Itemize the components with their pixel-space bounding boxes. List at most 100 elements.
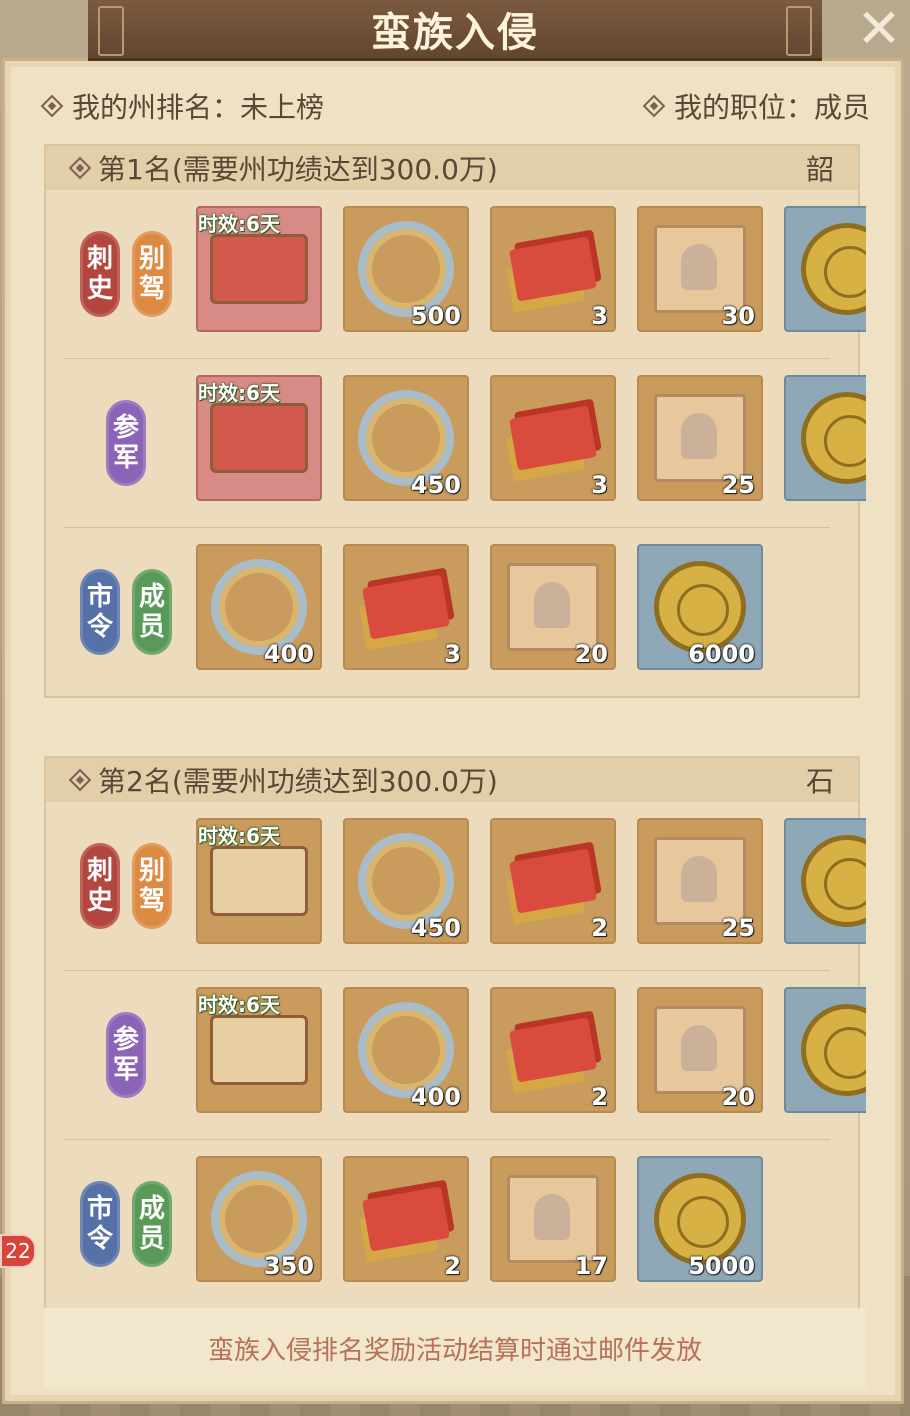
reward-items: 400 3 20 6000 (196, 544, 763, 670)
position-badge: 刺 史 (80, 231, 120, 317)
rank-requirement: 第1名(需要州功绩达到300.0万) (98, 153, 498, 186)
reward-item[interactable]: 400 (196, 544, 322, 670)
duration-tag: 时效:6天 (198, 212, 280, 236)
my-rank-text: 我的州排名：未上榜 (72, 91, 325, 124)
portrait-book-icon (507, 1175, 599, 1263)
reward-item[interactable]: 25 (637, 818, 763, 944)
gold-coin-icon (801, 1004, 866, 1096)
position-badges: 市 令成 员 (66, 528, 186, 696)
reward-item[interactable]: 5000 (637, 1156, 763, 1282)
rank-header: 第2名(需要州功绩达到300.0万) 石 (46, 758, 858, 802)
red-decree-scroll-icon (210, 234, 308, 304)
portrait-book-icon (654, 1006, 746, 1094)
item-quantity: 450 (410, 914, 461, 942)
item-quantity: 400 (410, 1083, 461, 1111)
reward-item[interactable]: 时效:6天 (196, 987, 322, 1113)
notification-badge[interactable]: 22 (0, 1234, 36, 1268)
gold-coin-icon (801, 835, 866, 927)
rank-block: 第2名(需要州功绩达到300.0万) 石刺 史别 驾时效:6天 450 2 25 参 军时… (44, 756, 866, 1308)
rank-state-tag: 韶 (805, 153, 834, 186)
rank-block: 第1名(需要州功绩达到300.0万) 韶刺 史别 驾时效:6天 500 3 30 参 军时… (44, 144, 866, 698)
reward-item[interactable]: 6000 (637, 544, 763, 670)
title-banner: 蛮族入侵 (88, 0, 822, 61)
gold-coin-icon (801, 223, 866, 315)
position-badges: 参 军 (66, 359, 186, 527)
rank-state-tag: 石 (805, 765, 834, 798)
reward-item[interactable]: 500 (343, 206, 469, 332)
red-decree-scroll-icon (210, 403, 308, 473)
red-brick-icon (509, 848, 597, 914)
item-quantity: 6000 (688, 640, 755, 668)
reward-item[interactable]: 3 (343, 544, 469, 670)
item-quantity: 25 (721, 914, 755, 942)
reward-item[interactable] (784, 375, 866, 501)
diamond-icon (40, 94, 64, 118)
red-brick-icon (362, 1186, 450, 1252)
reward-item[interactable]: 450 (343, 818, 469, 944)
item-quantity: 2 (444, 1252, 461, 1280)
position-badge: 市 令 (80, 1181, 120, 1267)
reward-item[interactable] (784, 206, 866, 332)
reward-item[interactable]: 2 (343, 1156, 469, 1282)
reward-item[interactable]: 25 (637, 375, 763, 501)
position-badge: 刺 史 (80, 843, 120, 929)
reward-item[interactable]: 350 (196, 1156, 322, 1282)
reward-item[interactable]: 2 (490, 818, 616, 944)
rank-header: 第1名(需要州功绩达到300.0万) 韶 (46, 146, 858, 190)
item-quantity: 17 (574, 1252, 608, 1280)
gold-coin-icon (801, 392, 866, 484)
item-quantity: 400 (263, 640, 314, 668)
portrait-book-icon (507, 563, 599, 651)
position-badge: 成 员 (132, 1181, 172, 1267)
red-brick-icon (509, 405, 597, 471)
reward-item[interactable]: 30 (637, 206, 763, 332)
my-position-text: 我的职位：成员 (673, 91, 870, 124)
position-badges: 刺 史别 驾 (66, 802, 186, 970)
page-title: 蛮族入侵 (371, 10, 539, 56)
reward-item[interactable]: 400 (343, 987, 469, 1113)
tier-row: 刺 史别 驾 时效:6天 500 3 30 (64, 190, 866, 359)
rank-requirement: 第2名(需要州功绩达到300.0万) (98, 765, 498, 798)
reward-items: 时效:6天 500 3 30 (196, 206, 866, 332)
reward-item[interactable]: 时效:6天 (196, 375, 322, 501)
reward-items: 350 2 17 5000 (196, 1156, 763, 1282)
rank-header-left: 第2名(需要州功绩达到300.0万) (68, 760, 498, 800)
red-brick-icon (362, 574, 450, 640)
position-badges: 参 军 (66, 971, 186, 1139)
reward-item[interactable]: 时效:6天 (196, 206, 322, 332)
portrait-book-icon (654, 837, 746, 925)
reward-item[interactable]: 时效:6天 (196, 818, 322, 944)
red-brick-icon (509, 1017, 597, 1083)
reward-item[interactable]: 3 (490, 206, 616, 332)
reward-item[interactable]: 3 (490, 375, 616, 501)
red-brick-icon (509, 236, 597, 302)
position-badge: 别 驾 (132, 231, 172, 317)
close-icon: ✕ (856, 0, 902, 60)
item-quantity: 2 (591, 1083, 608, 1111)
item-quantity: 350 (263, 1252, 314, 1280)
reward-item[interactable]: 450 (343, 375, 469, 501)
portrait-book-icon (654, 394, 746, 482)
reward-item[interactable]: 2 (490, 987, 616, 1113)
tier-row: 市 令成 员 400 3 20 6000 (64, 528, 830, 696)
diamond-icon (68, 156, 92, 180)
reward-item[interactable]: 17 (490, 1156, 616, 1282)
position-badge: 别 驾 (132, 843, 172, 929)
reward-item[interactable]: 20 (637, 987, 763, 1113)
footer-notice: 蛮族入侵排名奖励活动结算时通过邮件发放 (44, 1308, 866, 1388)
info-row: 我的州排名：未上榜 我的职位：成员 (40, 84, 870, 128)
item-quantity: 20 (721, 1083, 755, 1111)
footer-text: 蛮族入侵排名奖励活动结算时通过邮件发放 (207, 1335, 702, 1366)
tier-row: 参 军 时效:6天 450 3 25 (64, 359, 866, 528)
reward-items: 时效:6天 450 3 25 (196, 375, 866, 501)
beige-decree-scroll-icon (210, 846, 308, 916)
close-button[interactable]: ✕ (854, 0, 904, 60)
reward-item[interactable]: 20 (490, 544, 616, 670)
reward-item[interactable] (784, 818, 866, 944)
beige-decree-scroll-icon (210, 1015, 308, 1085)
duration-tag: 时效:6天 (198, 381, 280, 405)
reward-item[interactable] (784, 987, 866, 1113)
reward-items: 时效:6天 400 2 20 (196, 987, 866, 1113)
rank-reward-list[interactable]: 第1名(需要州功绩达到300.0万) 韶刺 史别 驾时效:6天 500 3 30 参 军时… (44, 144, 866, 1308)
position-badge: 参 军 (106, 1012, 146, 1098)
